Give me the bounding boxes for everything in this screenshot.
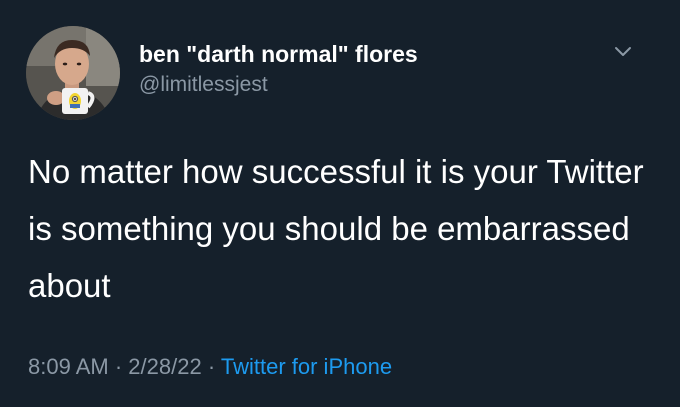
display-name[interactable]: ben "darth normal" flores: [139, 40, 418, 68]
meta-separator: ·: [207, 354, 216, 379]
tweet-header: ben "darth normal" flores @limitlessjest: [26, 26, 656, 120]
chevron-down-icon[interactable]: [612, 40, 634, 62]
meta-separator: ·: [114, 354, 123, 379]
tweet-card: ben "darth normal" flores @limitlessjest…: [0, 0, 680, 407]
tweet-source-link[interactable]: Twitter for iPhone: [221, 354, 392, 379]
tweet-meta: 8:09 AM · 2/28/22 · Twitter for iPhone: [28, 352, 392, 382]
author-names: ben "darth normal" flores @limitlessjest: [139, 40, 418, 99]
tweet-date[interactable]: 2/28/22: [128, 354, 201, 379]
tweet-text: No matter how successful it is your Twit…: [28, 153, 644, 304]
tweet-time[interactable]: 8:09 AM: [28, 354, 109, 379]
avatar-photo: [26, 26, 120, 120]
avatar[interactable]: [26, 26, 120, 120]
user-handle[interactable]: @limitlessjest: [139, 71, 418, 99]
